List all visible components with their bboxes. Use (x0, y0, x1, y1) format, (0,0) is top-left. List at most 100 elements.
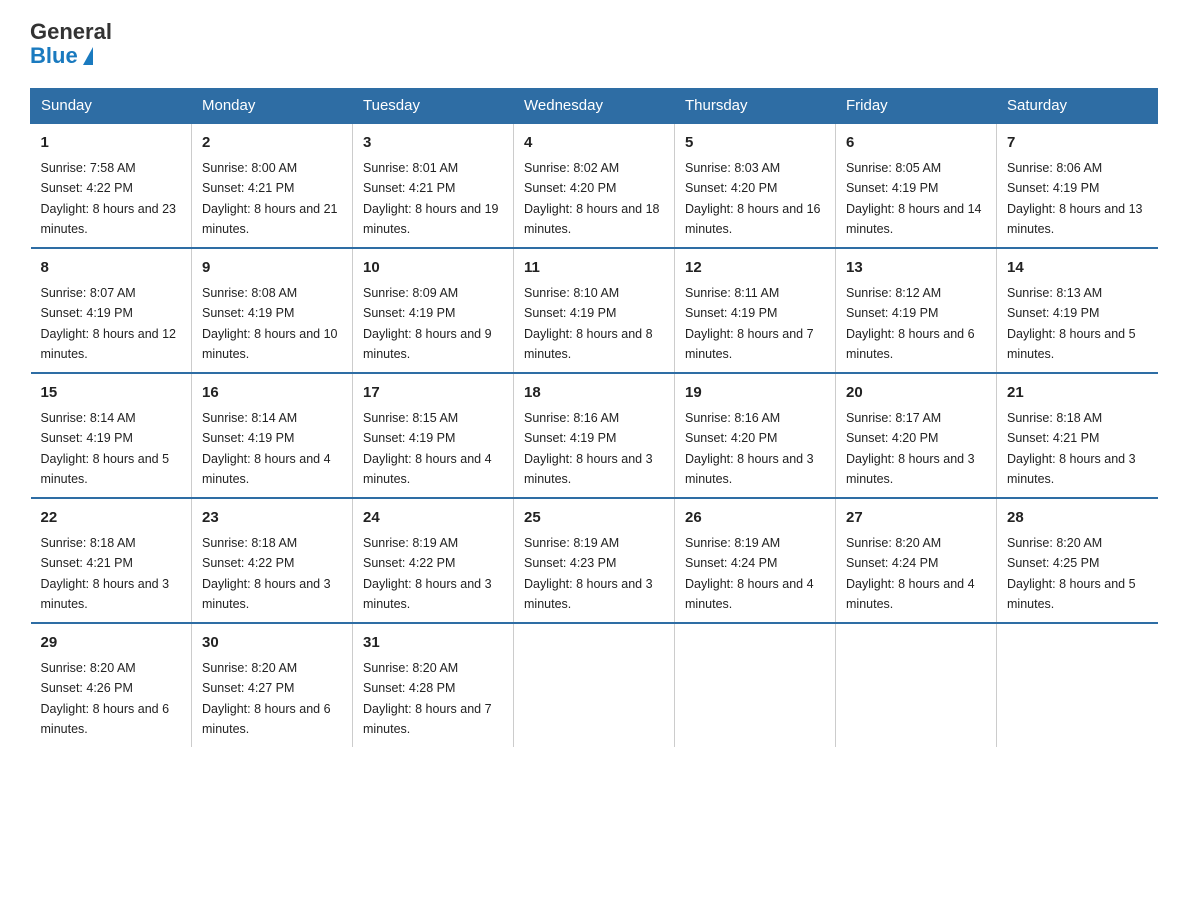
header-monday: Monday (192, 89, 353, 124)
day-number: 30 (202, 632, 342, 655)
calendar-cell (836, 623, 997, 747)
calendar-cell: 7 Sunrise: 8:06 AMSunset: 4:19 PMDaylight… (997, 123, 1158, 248)
header-sunday: Sunday (31, 89, 192, 124)
day-info: Sunrise: 8:02 AMSunset: 4:20 PMDaylight:… (524, 161, 660, 236)
calendar-cell: 11Sunrise: 8:10 AMSunset: 4:19 PMDayligh… (514, 248, 675, 373)
day-info: Sunrise: 8:12 AMSunset: 4:19 PMDaylight:… (846, 286, 975, 361)
logo-triangle-icon (83, 47, 93, 65)
week-row-5: 29 Sunrise: 8:20 AMSunset: 4:26 PMDayligh… (31, 623, 1158, 747)
calendar-cell: 4 Sunrise: 8:02 AMSunset: 4:20 PMDaylight… (514, 123, 675, 248)
day-info: Sunrise: 8:13 AMSunset: 4:19 PMDaylight:… (1007, 286, 1136, 361)
header-friday: Friday (836, 89, 997, 124)
calendar-cell: 15 Sunrise: 8:14 AMSunset: 4:19 PMDayligh… (31, 373, 192, 498)
calendar-cell: 1Sunrise: 7:58 AMSunset: 4:22 PMDaylight… (31, 123, 192, 248)
calendar-cell: 29 Sunrise: 8:20 AMSunset: 4:26 PMDayligh… (31, 623, 192, 747)
header-tuesday: Tuesday (353, 89, 514, 124)
day-info: Sunrise: 8:20 AMSunset: 4:28 PMDaylight:… (363, 661, 492, 736)
day-number: 8 (41, 257, 182, 280)
day-info: Sunrise: 8:20 AMSunset: 4:24 PMDaylight:… (846, 536, 975, 611)
day-number: 14 (1007, 257, 1148, 280)
day-number: 7 (1007, 132, 1148, 155)
week-row-3: 15 Sunrise: 8:14 AMSunset: 4:19 PMDayligh… (31, 373, 1158, 498)
logo: General Blue (30, 20, 112, 68)
calendar-header-row: SundayMondayTuesdayWednesdayThursdayFrid… (31, 89, 1158, 124)
calendar-cell: 22 Sunrise: 8:18 AMSunset: 4:21 PMDayligh… (31, 498, 192, 623)
day-number: 26 (685, 507, 825, 530)
calendar-cell: 23 Sunrise: 8:18 AMSunset: 4:22 PMDayligh… (192, 498, 353, 623)
calendar-cell (675, 623, 836, 747)
day-info: Sunrise: 8:18 AMSunset: 4:21 PMDaylight:… (1007, 411, 1136, 486)
day-info: Sunrise: 8:14 AMSunset: 4:19 PMDaylight:… (41, 411, 170, 486)
day-info: Sunrise: 8:19 AMSunset: 4:22 PMDaylight:… (363, 536, 492, 611)
calendar-cell: 28 Sunrise: 8:20 AMSunset: 4:25 PMDayligh… (997, 498, 1158, 623)
calendar-cell: 21 Sunrise: 8:18 AMSunset: 4:21 PMDayligh… (997, 373, 1158, 498)
day-info: Sunrise: 8:17 AMSunset: 4:20 PMDaylight:… (846, 411, 975, 486)
day-info: Sunrise: 8:01 AMSunset: 4:21 PMDaylight:… (363, 161, 499, 236)
logo-general-text: General (30, 20, 112, 44)
calendar-cell: 13 Sunrise: 8:12 AMSunset: 4:19 PMDayligh… (836, 248, 997, 373)
calendar-cell: 8 Sunrise: 8:07 AMSunset: 4:19 PMDaylight… (31, 248, 192, 373)
day-number: 16 (202, 382, 342, 405)
day-info: Sunrise: 8:20 AMSunset: 4:25 PMDaylight:… (1007, 536, 1136, 611)
day-number: 5 (685, 132, 825, 155)
calendar-cell: 19Sunrise: 8:16 AMSunset: 4:20 PMDayligh… (675, 373, 836, 498)
calendar-cell: 25 Sunrise: 8:19 AMSunset: 4:23 PMDayligh… (514, 498, 675, 623)
day-number: 3 (363, 132, 503, 155)
day-info: Sunrise: 8:20 AMSunset: 4:26 PMDaylight:… (41, 661, 170, 736)
calendar-cell: 17Sunrise: 8:15 AMSunset: 4:19 PMDayligh… (353, 373, 514, 498)
day-info: Sunrise: 8:08 AMSunset: 4:19 PMDaylight:… (202, 286, 338, 361)
week-row-1: 1Sunrise: 7:58 AMSunset: 4:22 PMDaylight… (31, 123, 1158, 248)
day-number: 4 (524, 132, 664, 155)
calendar-cell (997, 623, 1158, 747)
day-number: 6 (846, 132, 986, 155)
day-number: 24 (363, 507, 503, 530)
day-info: Sunrise: 8:00 AMSunset: 4:21 PMDaylight:… (202, 161, 338, 236)
day-number: 15 (41, 382, 182, 405)
calendar-cell: 3 Sunrise: 8:01 AMSunset: 4:21 PMDaylight… (353, 123, 514, 248)
calendar-cell: 26 Sunrise: 8:19 AMSunset: 4:24 PMDayligh… (675, 498, 836, 623)
day-number: 9 (202, 257, 342, 280)
day-info: Sunrise: 8:11 AMSunset: 4:19 PMDaylight:… (685, 286, 814, 361)
day-number: 23 (202, 507, 342, 530)
day-info: Sunrise: 8:06 AMSunset: 4:19 PMDaylight:… (1007, 161, 1143, 236)
day-number: 10 (363, 257, 503, 280)
calendar-cell: 9 Sunrise: 8:08 AMSunset: 4:19 PMDaylight… (192, 248, 353, 373)
day-info: Sunrise: 8:19 AMSunset: 4:24 PMDaylight:… (685, 536, 814, 611)
day-number: 19 (685, 382, 825, 405)
day-info: Sunrise: 8:05 AMSunset: 4:19 PMDaylight:… (846, 161, 982, 236)
day-number: 18 (524, 382, 664, 405)
calendar-cell: 14 Sunrise: 8:13 AMSunset: 4:19 PMDayligh… (997, 248, 1158, 373)
day-info: Sunrise: 8:18 AMSunset: 4:21 PMDaylight:… (41, 536, 170, 611)
day-number: 22 (41, 507, 182, 530)
calendar-cell: 18 Sunrise: 8:16 AMSunset: 4:19 PMDayligh… (514, 373, 675, 498)
day-number: 17 (363, 382, 503, 405)
week-row-4: 22 Sunrise: 8:18 AMSunset: 4:21 PMDayligh… (31, 498, 1158, 623)
day-number: 28 (1007, 507, 1148, 530)
day-number: 21 (1007, 382, 1148, 405)
day-number: 11 (524, 257, 664, 280)
day-number: 25 (524, 507, 664, 530)
day-number: 13 (846, 257, 986, 280)
calendar-cell: 10 Sunrise: 8:09 AMSunset: 4:19 PMDayligh… (353, 248, 514, 373)
day-info: Sunrise: 8:07 AMSunset: 4:19 PMDaylight:… (41, 286, 177, 361)
day-info: Sunrise: 8:20 AMSunset: 4:27 PMDaylight:… (202, 661, 331, 736)
header-saturday: Saturday (997, 89, 1158, 124)
day-info: Sunrise: 8:09 AMSunset: 4:19 PMDaylight:… (363, 286, 492, 361)
calendar-cell: 31 Sunrise: 8:20 AMSunset: 4:28 PMDayligh… (353, 623, 514, 747)
day-number: 1 (41, 132, 182, 155)
header-wednesday: Wednesday (514, 89, 675, 124)
day-info: Sunrise: 8:19 AMSunset: 4:23 PMDaylight:… (524, 536, 653, 611)
calendar-cell: 20Sunrise: 8:17 AMSunset: 4:20 PMDayligh… (836, 373, 997, 498)
day-number: 31 (363, 632, 503, 655)
day-info: Sunrise: 8:16 AMSunset: 4:19 PMDaylight:… (524, 411, 653, 486)
calendar-cell (514, 623, 675, 747)
day-info: Sunrise: 8:18 AMSunset: 4:22 PMDaylight:… (202, 536, 331, 611)
calendar-table: SundayMondayTuesdayWednesdayThursdayFrid… (30, 88, 1158, 747)
day-number: 29 (41, 632, 182, 655)
day-info: Sunrise: 8:14 AMSunset: 4:19 PMDaylight:… (202, 411, 331, 486)
calendar-cell: 5Sunrise: 8:03 AMSunset: 4:20 PMDaylight… (675, 123, 836, 248)
day-number: 27 (846, 507, 986, 530)
logo-blue-text: Blue (30, 44, 112, 68)
week-row-2: 8 Sunrise: 8:07 AMSunset: 4:19 PMDaylight… (31, 248, 1158, 373)
calendar-cell: 27 Sunrise: 8:20 AMSunset: 4:24 PMDayligh… (836, 498, 997, 623)
